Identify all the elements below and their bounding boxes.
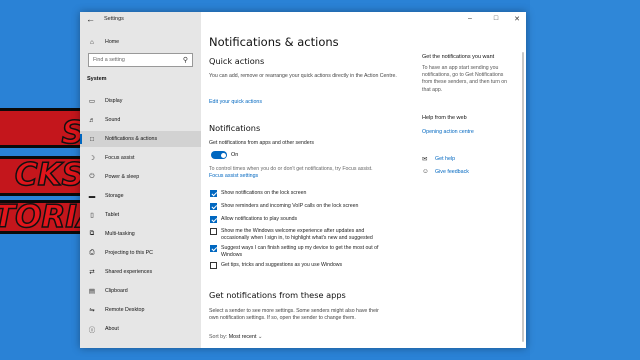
help-title: Help from the web <box>422 115 467 121</box>
sidebar-item-storage[interactable]: ▬ Storage <box>80 188 201 204</box>
home-icon: ⌂ <box>90 38 94 46</box>
checkbox-label: Suggest ways I can finish setting up my … <box>221 245 379 258</box>
tablet-icon: ▯ <box>90 212 94 219</box>
toggle-caption: Get notifications from apps and other se… <box>209 140 314 146</box>
sidebar-item-label: Multi-tasking <box>105 231 135 237</box>
search-input[interactable]: Find a setting ⚲ <box>88 53 193 67</box>
banner-text: S <box>61 118 84 149</box>
sidebar-item-label: Remote Desktop <box>105 307 145 313</box>
banner-text: CKS <box>14 160 84 191</box>
checkbox-row[interactable]: Show reminders and incoming VoIP calls o… <box>210 203 391 210</box>
sidebar-item-notifications[interactable]: □ Notifications & actions <box>80 131 201 147</box>
give-feedback-link[interactable]: ☺ Give feedback <box>422 168 469 175</box>
sidebar-item-label: Display <box>105 98 123 104</box>
checkbox-row[interactable]: Show me the Windows welcome experience a… <box>210 228 391 242</box>
sidebar-item-sound[interactable]: ♬ Sound <box>80 112 201 128</box>
sidebar-item-home[interactable]: ⌂ Home <box>80 34 201 50</box>
checkbox-row[interactable]: Allow notifications to play sounds <box>210 216 391 223</box>
sort-label: Sort by: <box>209 334 228 340</box>
notifications-icon: □ <box>90 135 94 143</box>
quick-actions-heading: Quick actions <box>209 56 265 66</box>
checkbox-row[interactable]: Suggest ways I can finish setting up my … <box>210 245 391 259</box>
feedback-icon: ☺ <box>422 168 429 175</box>
notifications-heading: Notifications <box>209 123 261 133</box>
back-arrow-icon[interactable]: ← <box>86 14 95 24</box>
search-icon: ⚲ <box>182 57 188 64</box>
power-icon: ⏻ <box>89 173 95 180</box>
sidebar-item-label: Shared experiences <box>105 269 153 275</box>
checkbox[interactable] <box>210 245 217 252</box>
sidebar-item-display[interactable]: ▭ Display <box>80 93 201 109</box>
senders-description: Select a sender to see more settings. So… <box>209 308 379 322</box>
give-feedback-label: Give feedback <box>435 168 469 175</box>
checkbox-label: Allow notifications to play sounds <box>221 216 298 222</box>
sidebar: Find a setting ⚲ System ⌂ Home ▭ Display… <box>80 12 201 348</box>
sidebar-item-label: Focus assist <box>105 155 135 161</box>
moon-icon: ☽ <box>89 155 95 162</box>
info-icon: ⓘ <box>88 327 96 334</box>
main-content: Notifications & actions Quick actions Yo… <box>201 12 526 348</box>
remote-desktop-icon: ⇋ <box>89 307 95 314</box>
page-title: Notifications & actions <box>209 35 339 49</box>
search-placeholder: Find a setting <box>93 57 125 63</box>
clipboard-icon: ▤ <box>88 288 96 295</box>
settings-window: Find a setting ⚲ System ⌂ Home ▭ Display… <box>80 12 526 348</box>
sidebar-item-power[interactable]: ⏻ Power & sleep <box>80 169 201 185</box>
senders-heading: Get notifications from these apps <box>209 290 346 300</box>
projecting-icon: ⎙ <box>89 249 95 256</box>
sidebar-item-label: About <box>105 326 119 332</box>
sidebar-item-label: Clipboard <box>105 288 128 294</box>
focus-assist-settings-link[interactable]: Focus assist settings <box>209 173 258 179</box>
banner-text: TORIALS <box>0 202 84 233</box>
checkbox[interactable] <box>210 228 217 235</box>
checkbox-label: Show reminders and incoming VoIP calls o… <box>221 203 359 209</box>
chat-icon: ✉ <box>422 156 428 163</box>
sidebar-item-label: Projecting to this PC <box>105 250 153 256</box>
get-help-link[interactable]: ✉ Get help <box>422 155 455 163</box>
sidebar-item-shared-experiences[interactable]: ⇄ Shared experiences <box>80 264 201 280</box>
backdrop-right <box>530 0 640 360</box>
checkbox[interactable] <box>210 190 217 197</box>
checkbox-label: Show notifications on the lock screen <box>221 190 307 196</box>
sidebar-item-focus-assist[interactable]: ☽ Focus assist <box>80 150 201 166</box>
checkbox-label: Show me the Windows welcome experience a… <box>221 228 373 241</box>
sidebar-item-label: Storage <box>105 193 124 199</box>
edit-quick-actions-link[interactable]: Edit your quick actions <box>209 99 262 105</box>
opening-action-centre-link[interactable]: Opening action centre <box>422 129 474 135</box>
sidebar-item-tablet[interactable]: ▯ Tablet <box>80 207 201 223</box>
checkbox[interactable] <box>210 262 217 269</box>
right-panel-title: Get the notifications you want <box>422 54 495 60</box>
sidebar-item-label: Home <box>105 39 120 45</box>
sidebar-item-multitasking[interactable]: ⧉ Multi-tasking <box>80 226 201 242</box>
sidebar-item-label: Power & sleep <box>105 174 140 180</box>
checkbox[interactable] <box>210 203 217 210</box>
multitasking-icon: ⧉ <box>89 230 95 237</box>
sidebar-item-remote-desktop[interactable]: ⇋ Remote Desktop <box>80 302 201 318</box>
notifications-toggle[interactable] <box>211 151 227 159</box>
sidebar-item-clipboard[interactable]: ▤ Clipboard <box>80 283 201 299</box>
checkbox[interactable] <box>210 216 217 223</box>
sidebar-item-projecting[interactable]: ⎙ Projecting to this PC <box>80 245 201 261</box>
quick-actions-description: You can add, remove or rearrange your qu… <box>209 73 397 79</box>
scrollbar[interactable] <box>522 52 524 342</box>
sound-icon: ♬ <box>88 116 96 124</box>
shared-icon: ⇄ <box>89 269 95 276</box>
sidebar-section-title: System <box>87 76 107 82</box>
window-title: Settings <box>104 16 124 22</box>
storage-icon: ▬ <box>88 192 96 200</box>
sidebar-item-label: Notifications & actions <box>105 136 158 142</box>
get-help-label: Get help <box>435 156 456 162</box>
sidebar-item-label: Sound <box>105 117 121 123</box>
checkbox-row[interactable]: Show notifications on the lock screen <box>210 190 391 197</box>
chevron-down-icon: ⌄ <box>257 334 263 340</box>
sidebar-item-about[interactable]: ⓘ About <box>80 321 201 337</box>
sort-dropdown[interactable]: Sort by: Most recent ⌄ <box>209 334 262 340</box>
checkbox-label: Get tips, tricks and suggestions as you … <box>221 262 343 268</box>
display-icon: ▭ <box>88 98 96 105</box>
checkbox-row[interactable]: Get tips, tricks and suggestions as you … <box>210 262 391 269</box>
sort-value: Most recent <box>228 334 257 340</box>
right-panel-text: To have an app start sending you notific… <box>422 65 508 93</box>
sidebar-item-label: Tablet <box>105 212 120 218</box>
toggle-state-label: On <box>231 152 239 158</box>
